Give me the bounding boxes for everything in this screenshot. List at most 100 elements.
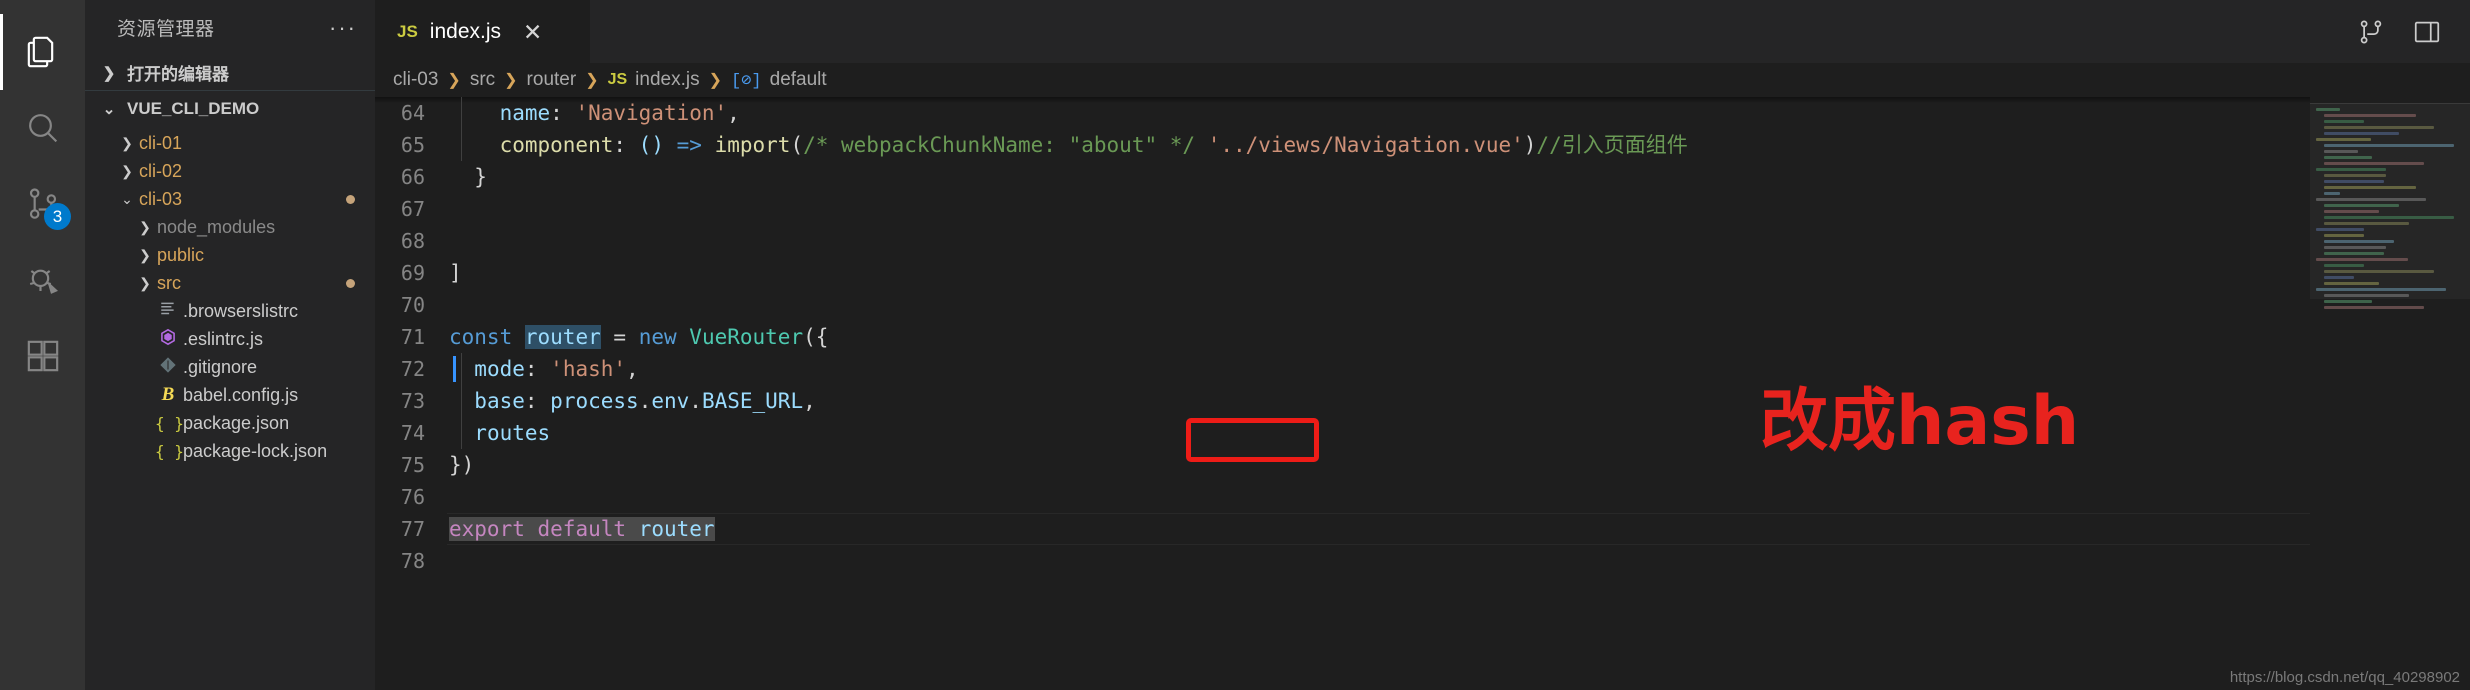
chevron-right-icon[interactable]: ❯ [135, 247, 155, 264]
tree-item-label: babel.config.js [183, 384, 299, 405]
tree-folder-row[interactable]: ❯ src [85, 269, 375, 297]
tab-index-js[interactable]: JS index.js ✕ [375, 0, 590, 63]
section-open-editors[interactable]: ❯ 打开的编辑器 [85, 55, 375, 91]
tree-file-row[interactable]: .browserslistrc [85, 297, 375, 325]
editor-area: JS index.js ✕ cli-03 ❯ src ❯ router ❯ JS [375, 0, 2470, 690]
json-icon: { } [155, 441, 184, 461]
activity-bar: 3 [0, 0, 85, 690]
breadcrumb-item-default[interactable]: [⊘] default [731, 69, 827, 91]
chevron-right-icon[interactable]: ❯ [135, 275, 155, 292]
tree-folder-row[interactable]: ❯ cli-01 [85, 129, 375, 157]
tree-folder-row[interactable]: ❯ node_modules [85, 213, 375, 241]
chevron-down-icon[interactable]: ⌄ [117, 191, 137, 208]
code-line: 67 [375, 193, 2310, 225]
tree-file-row[interactable]: Bbabel.config.js [85, 381, 375, 409]
tree-folder-row[interactable]: ⌄ cli-03 [85, 185, 375, 213]
minimap-line [2324, 162, 2424, 165]
tree-item-label: package.json [183, 412, 290, 433]
minimap[interactable] [2310, 97, 2470, 690]
tree-file-row[interactable]: .eslintrc.js [85, 325, 375, 353]
code-token: 'hash' [550, 357, 627, 381]
activity-item-explorer[interactable] [0, 14, 85, 90]
tree-item-label: .eslintrc.js [183, 328, 264, 349]
tree-item-label: node_modules [157, 216, 276, 237]
minimap-line [2316, 288, 2446, 291]
tree-file-row[interactable]: .gitignore [85, 353, 375, 381]
minimap-line [2316, 198, 2426, 201]
code-token: process [550, 389, 639, 413]
close-icon[interactable]: ✕ [523, 20, 542, 44]
modified-indicator-dot [346, 278, 355, 288]
minimap-line [2324, 210, 2379, 213]
chevron-right-icon[interactable]: ❯ [135, 219, 155, 236]
code-line: 72 mode: 'hash', [375, 353, 2310, 385]
activity-item-extensions[interactable] [0, 318, 85, 394]
code-token: export [449, 517, 525, 541]
tree-file-row[interactable]: { } package.json [85, 409, 375, 437]
breadcrumb-item-router[interactable]: router [527, 69, 577, 91]
minimap-line [2324, 282, 2379, 285]
code-line: 73 base: process.env.BASE_URL, [375, 385, 2310, 417]
minimap-line [2324, 264, 2364, 267]
minimap-line [2324, 222, 2409, 225]
activity-item-source-control[interactable]: 3 [0, 166, 85, 242]
minimap-line [2324, 204, 2399, 207]
code-token: /* webpackChunkName: "about" */ [803, 133, 1196, 157]
minimap-line [2324, 300, 2372, 303]
split-editor-icon[interactable] [2356, 17, 2386, 47]
code-token: } [449, 165, 487, 189]
minimap-line [2324, 240, 2394, 243]
code-line-text: base: process.env.BASE_URL, [447, 385, 815, 417]
line-number: 71 [400, 325, 425, 349]
code-line-text: } [447, 161, 487, 193]
code-token: ( [790, 133, 804, 157]
code-token: }) [449, 453, 475, 477]
code-line: 77 export default router [375, 513, 2310, 545]
config-lines-icon [155, 300, 181, 322]
tree-file-row[interactable]: { } package-lock.json [85, 437, 375, 465]
code-line: 74 routes [375, 417, 2310, 449]
activity-item-run-and-debug[interactable] [0, 242, 85, 318]
code-line: 78 [375, 545, 2310, 577]
activity-item-search[interactable] [0, 90, 85, 166]
code-line: 70 [375, 289, 2310, 321]
git-icon [155, 356, 181, 378]
code-token: ({ [803, 325, 829, 349]
code-token: //引入页面组件 [1536, 133, 1688, 157]
line-number: 72 [400, 357, 425, 381]
breadcrumb-item-src[interactable]: src [470, 69, 495, 91]
minimap-line [2324, 126, 2434, 129]
line-number: 67 [400, 197, 425, 221]
tree-item-label: .gitignore [183, 356, 258, 377]
tree-item-label: cli-03 [139, 188, 183, 209]
code-token: : [524, 357, 551, 381]
chevron-right-icon: ❯ [102, 64, 116, 82]
tree-item-label: cli-01 [139, 132, 183, 153]
chevron-right-icon[interactable]: ❯ [117, 135, 137, 152]
modified-indicator-dot [346, 194, 355, 204]
json-icon: { } [155, 413, 184, 433]
minimap-line [2324, 252, 2384, 255]
more-actions-icon[interactable]: ··· [329, 16, 357, 38]
code-line: 69] [375, 257, 2310, 289]
minimap-line [2316, 228, 2364, 231]
minimap-line [2324, 294, 2409, 297]
code-token: VueRouter [689, 325, 804, 349]
code-token: base [474, 389, 525, 413]
toggle-panel-icon[interactable] [2412, 17, 2442, 47]
tree-folder-row[interactable]: ❯ public [85, 241, 375, 269]
breadcrumb-item-index-js[interactable]: JS index.js [608, 69, 700, 91]
symbol-icon: [⊘] [731, 71, 762, 91]
code-editor[interactable]: 64 name: 'Navigation', 65 component: () =… [375, 97, 2310, 690]
breadcrumb-item-cli-03[interactable]: cli-03 [393, 69, 438, 91]
section-project-root[interactable]: ⌄ VUE_CLI_DEMO [85, 91, 375, 127]
chevron-right-icon[interactable]: ❯ [117, 163, 137, 180]
sidebar-title: 资源管理器 [117, 19, 215, 40]
breadcrumb-label: index.js [635, 69, 700, 90]
minimap-line [2324, 114, 2416, 117]
breadcrumb-separator-icon: ❯ [708, 72, 722, 89]
tree-folder-row[interactable]: ❯ cli-02 [85, 157, 375, 185]
